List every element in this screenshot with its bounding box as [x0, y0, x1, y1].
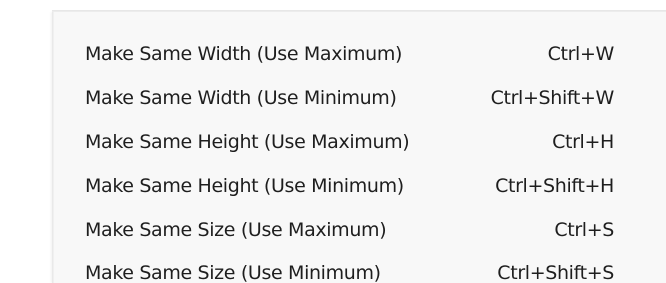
menu-item-shortcut: Ctrl+Shift+H — [495, 175, 614, 197]
menu-item-label: Make Same Width (Use Minimum) — [85, 87, 397, 109]
context-menu: Make Same Width (Use Maximum) Ctrl+W Mak… — [52, 12, 666, 283]
menu-item-label: Make Same Height (Use Minimum) — [85, 175, 404, 197]
background-area — [0, 0, 52, 283]
menu-item-shortcut: Ctrl+H — [552, 131, 614, 153]
screenshot-stage: Make Same Width (Use Maximum) Ctrl+W Mak… — [0, 0, 666, 283]
menu-item-make-same-height-maximum[interactable]: Make Same Height (Use Maximum) Ctrl+H — [52, 120, 666, 164]
menu-item-label: Make Same Size (Use Minimum) — [85, 262, 381, 283]
menu-border-top — [52, 10, 666, 12]
menu-border-left — [52, 12, 54, 283]
menu-item-shortcut: Ctrl+Shift+W — [490, 87, 615, 109]
menu-item-label: Make Same Height (Use Maximum) — [85, 131, 410, 153]
menu-item-make-same-width-minimum[interactable]: Make Same Width (Use Minimum) Ctrl+Shift… — [52, 76, 666, 120]
menu-item-make-same-width-maximum[interactable]: Make Same Width (Use Maximum) Ctrl+W — [52, 32, 666, 76]
menu-item-make-same-size-minimum[interactable]: Make Same Size (Use Minimum) Ctrl+Shift+… — [52, 251, 666, 283]
menu-item-make-same-size-maximum[interactable]: Make Same Size (Use Maximum) Ctrl+S — [52, 208, 666, 252]
menu-item-make-same-height-minimum[interactable]: Make Same Height (Use Minimum) Ctrl+Shif… — [52, 164, 666, 208]
menu-item-shortcut: Ctrl+Shift+S — [497, 262, 614, 283]
menu-item-shortcut: Ctrl+S — [554, 219, 614, 241]
menu-item-label: Make Same Width (Use Maximum) — [85, 43, 403, 65]
menu-item-shortcut: Ctrl+W — [547, 43, 615, 65]
menu-item-label: Make Same Size (Use Maximum) — [85, 219, 387, 241]
